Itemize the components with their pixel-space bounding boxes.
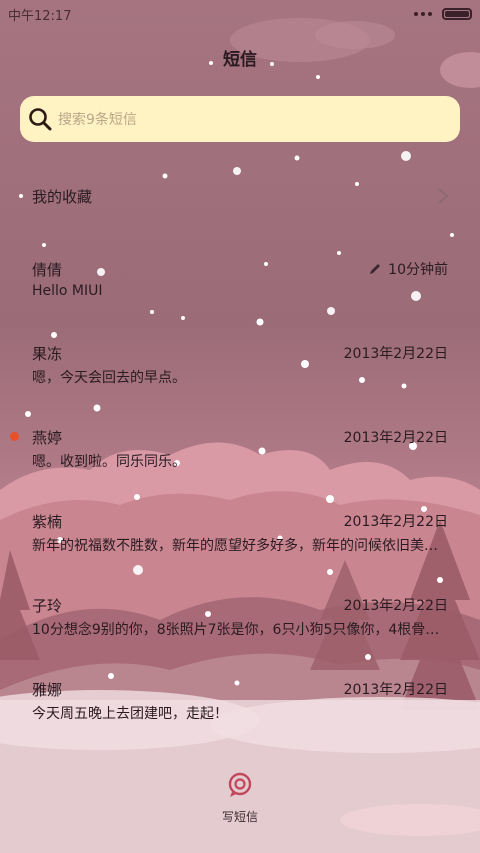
message-time: 2013年2月22日	[343, 346, 448, 362]
conversation-item[interactable]: 雅娜 2013年2月22日 今天周五晚上去团建吧，走起！	[32, 678, 448, 723]
page-title: 短信	[223, 50, 257, 70]
message-time: 2013年2月22日	[343, 514, 448, 530]
contact-name: 燕婷	[32, 428, 63, 447]
contact-name: 倩倩	[32, 260, 63, 279]
message-time: 2013年2月22日	[343, 598, 448, 614]
status-time: 中午12:17	[8, 8, 72, 24]
message-time: 2013年2月22日	[343, 430, 448, 446]
message-preview: Hello MIUI	[32, 283, 103, 299]
favorites-row[interactable]: 我的收藏	[32, 184, 450, 208]
compose-button[interactable]: 写短信	[200, 772, 280, 832]
compose-label: 写短信	[221, 810, 258, 824]
search-placeholder: 搜索9条短信	[58, 112, 137, 128]
favorites-label: 我的收藏	[32, 187, 93, 206]
contact-name: 紫楠	[32, 512, 63, 531]
chevron-right-icon	[438, 188, 449, 204]
conversation-item[interactable]: 子玲 2013年2月22日 10分想念9别的你，8张照片7张是你，6只小狗5只像…	[32, 594, 448, 639]
message-time: 2013年2月22日	[343, 682, 448, 698]
contact-name: 果冻	[32, 344, 63, 363]
contact-name: 雅娜	[32, 680, 63, 699]
message-preview: 嗯，今天会回去的早点。	[32, 370, 186, 386]
conversation-item[interactable]: 果冻 2013年2月22日 嗯，今天会回去的早点。	[32, 342, 448, 387]
status-indicators	[414, 8, 472, 20]
message-preview: 新年的祝福数不胜数，新年的愿望好多好多，新年的问候依旧美…	[32, 538, 438, 554]
search-bar[interactable]: 搜索9条短信	[20, 96, 460, 142]
status-bar: 中午12:17	[0, 0, 480, 28]
search-icon	[29, 108, 52, 131]
message-preview: 今天周五晚上去团建吧，走起！	[32, 706, 228, 722]
conversation-item[interactable]: 紫楠 2013年2月22日 新年的祝福数不胜数，新年的愿望好多好多，新年的问候依…	[32, 510, 448, 555]
message-time-text: 10分钟前	[388, 262, 448, 278]
contact-name: 子玲	[32, 596, 63, 615]
draft-pencil-icon	[370, 264, 381, 274]
message-preview: 10分想念9别的你，8张照片7张是你，6只小狗5只像你，4根骨…	[32, 622, 440, 638]
conversation-item[interactable]: 燕婷 2013年2月22日 嗯。收到啦。同乐同乐。	[32, 426, 448, 471]
more-dots-icon	[414, 12, 432, 16]
unread-indicator	[10, 432, 19, 441]
message-time: 10分钟前	[368, 259, 448, 279]
compose-icon	[228, 772, 252, 797]
conversation-item[interactable]: 倩倩 10分钟前 Hello MIUI	[32, 258, 448, 300]
battery-icon	[442, 8, 472, 20]
message-preview: 嗯。收到啦。同乐同乐。	[32, 454, 186, 470]
